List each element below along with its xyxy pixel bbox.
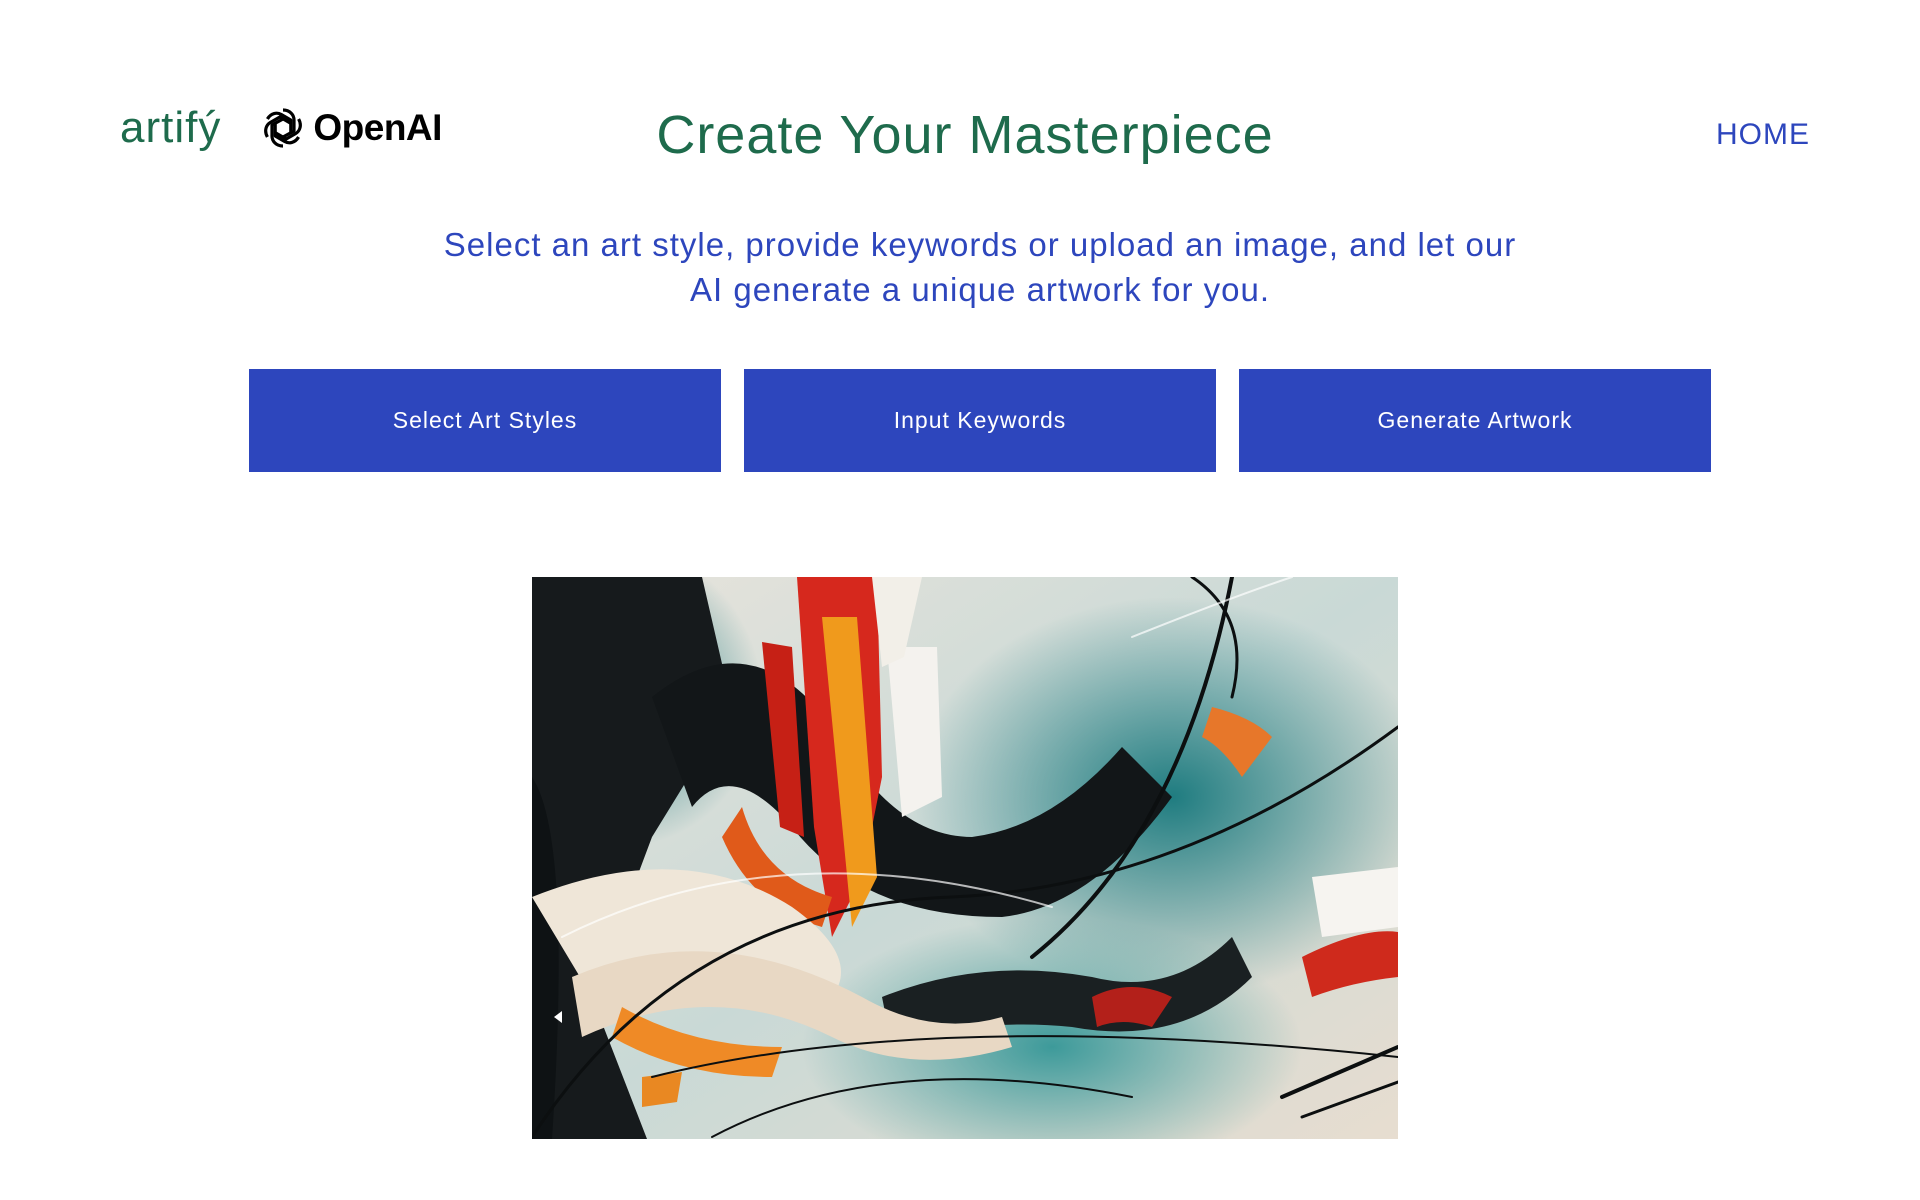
select-art-styles-button[interactable]: Select Art Styles [249,369,721,472]
action-buttons: Select Art Styles Input Keywords Generat… [249,369,1711,472]
intro-line-1: Select an art style, provide keywords or… [443,226,1517,263]
generate-artwork-button[interactable]: Generate Artwork [1239,369,1711,472]
nav-home-link[interactable]: HOME [1716,118,1810,152]
abstract-artwork-image [532,577,1398,1139]
page: artifý OpenAI Create Your Masterpiece HO… [0,0,1920,1200]
artwork-preview [532,577,1398,1139]
input-keywords-button[interactable]: Input Keywords [744,369,1216,472]
intro-line-2: AI generate a unique artwork for you. [690,271,1270,308]
page-title: Create Your Masterpiece [656,105,1274,165]
intro-text: Select an art style, provide keywords or… [390,222,1570,312]
